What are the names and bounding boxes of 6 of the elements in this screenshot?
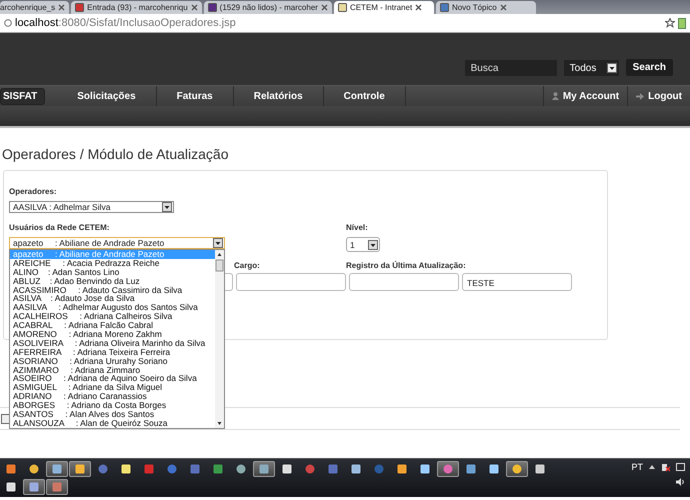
field-label: Registro da Última Atualização:: [346, 261, 466, 270]
field-label: Cargo:: [234, 261, 261, 270]
field-label: Usuários da Rede CETEM:: [9, 223, 110, 232]
field-label: Operadores:: [9, 187, 58, 196]
field-label: Nível:: [346, 223, 369, 232]
page-title: Operadores / Módulo de Atualização: [2, 146, 228, 162]
